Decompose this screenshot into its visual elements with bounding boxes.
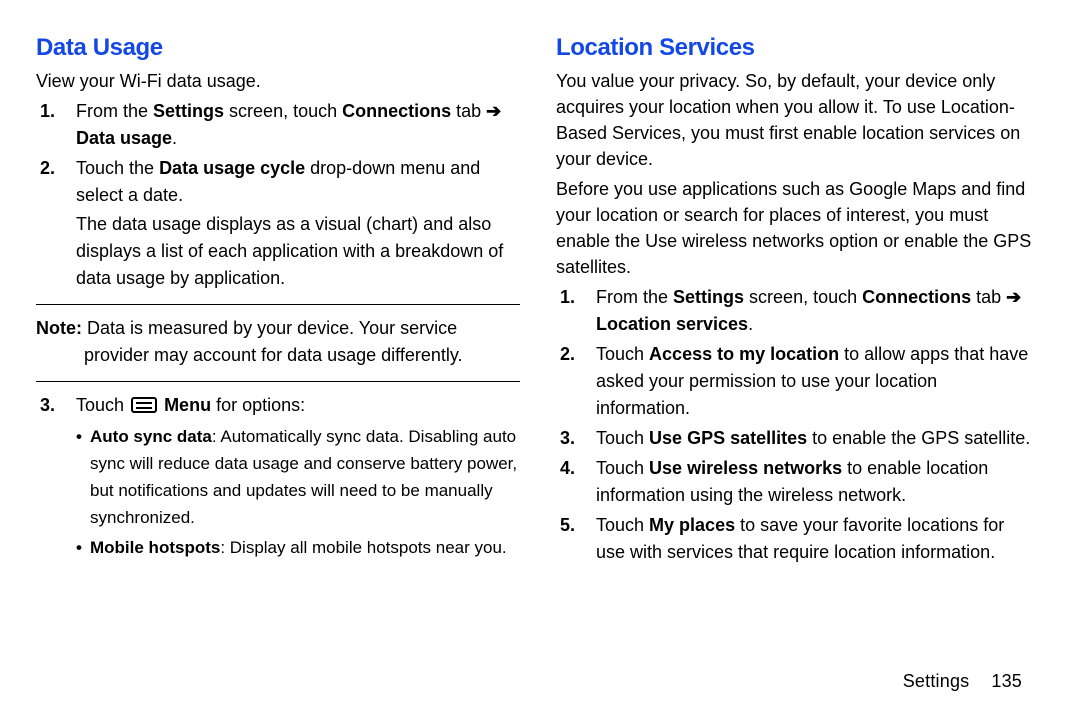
steps-list-right: From the Settings screen, touch Connecti…: [556, 284, 1034, 566]
arrow-icon: ➔: [486, 101, 501, 121]
footer-section: Settings: [903, 671, 970, 691]
options-list: Auto sync data: Automatically sync data.…: [76, 423, 520, 561]
step-3: Touch Menu for options: Auto sync data: …: [62, 392, 520, 561]
step-2-detail: The data usage displays as a visual (cha…: [76, 211, 520, 292]
steps-list-left: From the Settings screen, touch Connecti…: [36, 98, 520, 292]
r-step-4: Touch Use wireless networks to enable lo…: [582, 455, 1034, 509]
footer-page-number: 135: [991, 671, 1022, 691]
menu-icon: [131, 397, 157, 413]
right-column: Location Services You value your privacy…: [538, 34, 1040, 660]
steps-list-left-cont: Touch Menu for options: Auto sync data: …: [36, 392, 520, 561]
heading-location-services: Location Services: [556, 34, 1034, 62]
arrow-icon: ➔: [1006, 287, 1021, 307]
manual-page: Data Usage View your Wi-Fi data usage. F…: [0, 0, 1080, 720]
note: Note: Data is measured by your device. Y…: [36, 315, 520, 369]
bullet-auto-sync: Auto sync data: Automatically sync data.…: [76, 423, 520, 531]
left-column: Data Usage View your Wi-Fi data usage. F…: [36, 34, 538, 660]
r-step-1: From the Settings screen, touch Connecti…: [582, 284, 1034, 338]
r-step-5: Touch My places to save your favorite lo…: [582, 512, 1034, 566]
location-p1: You value your privacy. So, by default, …: [556, 68, 1034, 172]
intro-text: View your Wi-Fi data usage.: [36, 68, 520, 94]
divider: [36, 381, 520, 382]
page-footer: Settings 135: [903, 671, 1022, 692]
location-p2: Before you use applications such as Goog…: [556, 176, 1034, 280]
bullet-mobile-hotspots: Mobile hotspots: Display all mobile hots…: [76, 534, 520, 561]
step-1: From the Settings screen, touch Connecti…: [62, 98, 520, 152]
r-step-2: Touch Access to my location to allow app…: [582, 341, 1034, 422]
divider: [36, 304, 520, 305]
step-2: Touch the Data usage cycle drop-down men…: [62, 155, 520, 292]
heading-data-usage: Data Usage: [36, 34, 520, 62]
r-step-3: Touch Use GPS satellites to enable the G…: [582, 425, 1034, 452]
